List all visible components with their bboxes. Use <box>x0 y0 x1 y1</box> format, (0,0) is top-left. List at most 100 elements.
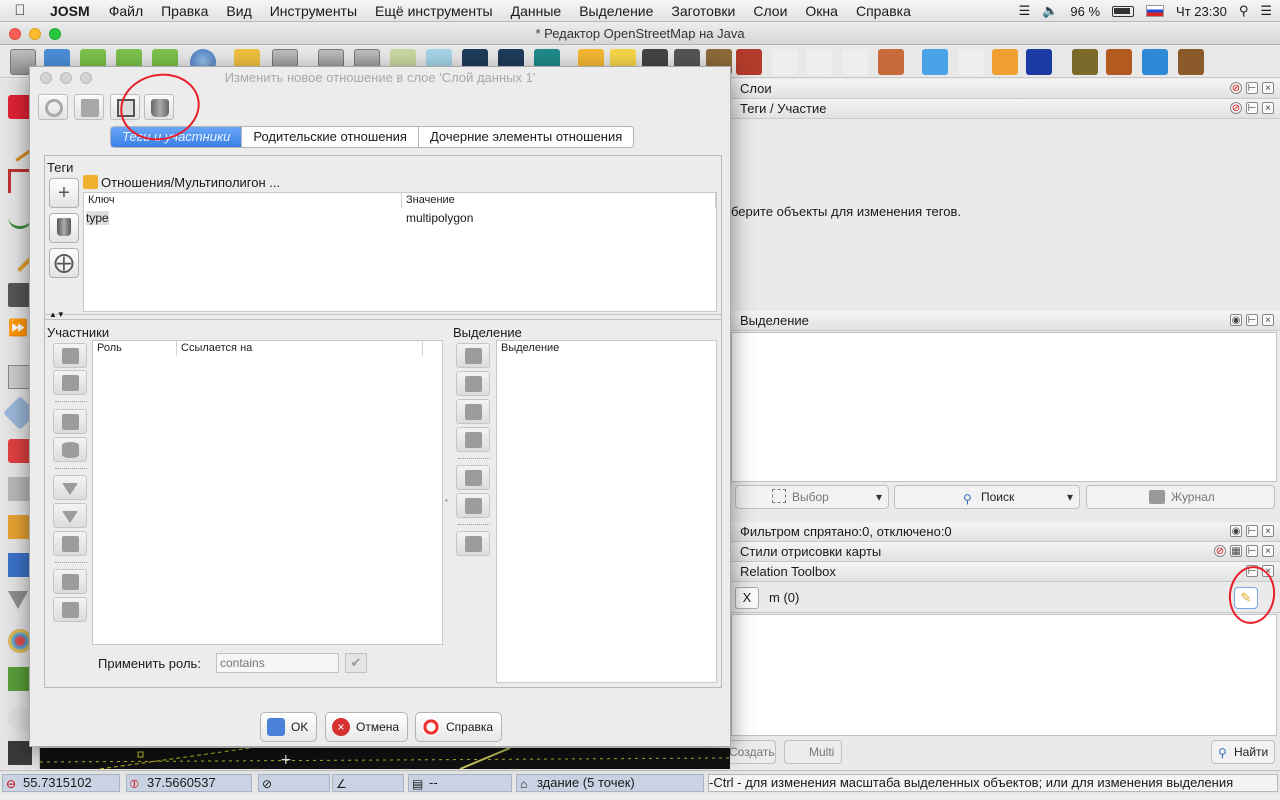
sort-below-button[interactable] <box>53 597 87 622</box>
panel-pin-icon[interactable]: ⊢ <box>1246 102 1258 114</box>
input-language-flag-icon[interactable] <box>1146 5 1165 17</box>
notification-center-icon[interactable]: ☰ <box>1260 3 1272 19</box>
cancel-button[interactable]: × Отмена <box>325 712 409 742</box>
paste-tags-button[interactable]: ⨁ <box>49 248 79 278</box>
multi-button[interactable]: Multi <box>784 740 842 764</box>
remove-member-button[interactable] <box>53 437 87 462</box>
add-tag-button[interactable]: + <box>49 178 79 208</box>
help-button[interactable]: Справка <box>415 712 503 742</box>
find-button[interactable]: ⚲ Найти <box>1211 740 1275 764</box>
relation-toolbox-header[interactable]: Relation Toolbox ⊢ × <box>731 562 1280 582</box>
refresh-button[interactable] <box>38 94 68 120</box>
preset-car-icon[interactable] <box>772 49 798 75</box>
panel-close-icon[interactable]: × <box>1262 525 1274 537</box>
panel-hide-icon[interactable]: ⊘ <box>1230 102 1242 114</box>
tag-value-cell[interactable]: multipolygon <box>406 211 473 225</box>
app-menu[interactable]: JOSM <box>40 3 100 19</box>
menu-tools[interactable]: Инструменты <box>261 3 366 19</box>
ok-button[interactable]: OK <box>260 712 318 742</box>
move-members-up-button[interactable] <box>53 343 87 368</box>
panel-pin-icon[interactable]: ⊢ <box>1246 82 1258 94</box>
preset-bus-icon[interactable] <box>806 49 832 75</box>
panel-eye-icon[interactable]: ◉ <box>1230 314 1242 326</box>
panel-hide-icon[interactable]: ⊘ <box>1214 545 1226 557</box>
menu-layers[interactable]: Слои <box>744 3 796 19</box>
panel-close-icon[interactable]: × <box>1262 545 1274 557</box>
panel-pin-icon[interactable]: ⊢ <box>1246 525 1258 537</box>
tab-child-relations[interactable]: Дочерние элементы отношения <box>419 127 633 147</box>
search-button[interactable]: ⚲ Поиск ▾ <box>894 485 1080 509</box>
preset-info-icon[interactable] <box>1026 49 1052 75</box>
panel-close-icon[interactable]: × <box>1262 314 1274 326</box>
filter-panel-icon[interactable] <box>8 591 28 609</box>
layers-panel-header[interactable]: Слои ⊘ ⊢ × <box>731 79 1280 99</box>
clock[interactable]: Чт 23:30 <box>1176 4 1227 19</box>
menu-edit[interactable]: Правка <box>152 3 217 19</box>
add-selected-after-button[interactable] <box>456 399 490 424</box>
members-col-role[interactable]: Роль <box>93 341 177 356</box>
preset-railway-icon[interactable] <box>878 49 904 75</box>
add-selected-before-button[interactable] <box>456 371 490 396</box>
history-button[interactable]: Журнал <box>1086 485 1275 509</box>
add-member-button[interactable] <box>53 370 87 395</box>
map-styles-panel-header[interactable]: Стили отрисовки карты ⊘ ▦ ⊢ × <box>731 542 1280 562</box>
preset-shop-icon[interactable] <box>992 49 1018 75</box>
vertical-split-handle[interactable]: • <box>445 496 451 505</box>
preset-peak-icon[interactable] <box>1106 49 1132 75</box>
preset-wall-icon[interactable] <box>736 49 762 75</box>
filter-panel-header[interactable]: Фильтром спрятано:0, отключено:0 ◉ ⊢ × <box>731 522 1280 542</box>
tags-panel-header[interactable]: Теги / Участие ⊘ ⊢ × <box>731 99 1280 119</box>
collapse-arrows-icon[interactable]: ▲▼ <box>49 310 65 319</box>
panel-hide-icon[interactable]: ⊘ <box>1230 82 1242 94</box>
panel-settings-icon[interactable]: ▦ <box>1230 545 1242 557</box>
preset-industrial-icon[interactable] <box>1072 49 1098 75</box>
preset-hotel-icon[interactable] <box>922 49 948 75</box>
apple-menu-icon[interactable]:  <box>0 2 40 19</box>
select-button[interactable]: Выбор ▾ <box>735 485 889 509</box>
wifi-icon[interactable]: ☰ <box>1019 3 1031 19</box>
sort-members-button[interactable] <box>53 569 87 594</box>
add-selected-first-button[interactable] <box>456 343 490 368</box>
panel-close-icon[interactable]: × <box>1262 102 1274 114</box>
menu-view[interactable]: Вид <box>217 3 260 19</box>
apply-role-input[interactable] <box>216 653 339 673</box>
spotlight-search-icon[interactable]: ⚲ <box>1239 3 1249 19</box>
move-down-button[interactable] <box>53 475 87 500</box>
menu-windows[interactable]: Окна <box>796 3 847 19</box>
panel-pin-icon[interactable]: ⊢ <box>1246 314 1258 326</box>
preset-castle-icon[interactable] <box>1178 49 1204 75</box>
selection-table[interactable]: Выделение <box>496 340 717 683</box>
apply-role-button[interactable]: ✔ <box>345 653 367 673</box>
panel-pin-icon[interactable]: ⊢ <box>1246 545 1258 557</box>
reverse-members-button[interactable] <box>53 531 87 556</box>
selection-list[interactable] <box>731 332 1277 482</box>
window-minimize-button[interactable] <box>29 28 41 40</box>
panel-close-icon[interactable]: × <box>1262 82 1274 94</box>
move-bottom-button[interactable] <box>53 503 87 528</box>
selection-panel-header[interactable]: Выделение ◉ ⊢ × <box>731 311 1280 331</box>
add-selected-last-button[interactable] <box>456 427 490 452</box>
sort-selected-button[interactable] <box>456 531 490 556</box>
tags-table[interactable]: Ключ Значение type multipolygon <box>83 192 717 312</box>
relation-toolbox-x-button[interactable]: X <box>735 587 759 609</box>
delete-tag-button[interactable] <box>49 213 79 243</box>
preset-football-icon[interactable] <box>958 49 984 75</box>
battery-icon[interactable] <box>1112 5 1135 17</box>
members-col-refers[interactable]: Ссылается на <box>177 341 423 356</box>
split-pane-divider[interactable]: ▲▼ <box>45 310 721 320</box>
edit-member-button[interactable] <box>53 409 87 434</box>
menu-help[interactable]: Справка <box>847 3 920 19</box>
menu-more-tools[interactable]: Ещё инструменты <box>366 3 502 19</box>
remove-selected-button[interactable] <box>456 493 490 518</box>
menu-file[interactable]: Файл <box>100 3 152 19</box>
window-close-button[interactable] <box>9 28 21 40</box>
preset-link[interactable]: Отношения/Мультиполигон ... <box>101 175 280 190</box>
tags-col-key[interactable]: Ключ <box>84 193 402 208</box>
preset-bicycle-icon[interactable] <box>842 49 868 75</box>
tab-parent-relations[interactable]: Родительские отношения <box>242 127 419 147</box>
panel-eye-icon[interactable]: ◉ <box>1230 525 1242 537</box>
select-members-button[interactable] <box>456 465 490 490</box>
menu-presets[interactable]: Заготовки <box>662 3 744 19</box>
volume-icon[interactable]: 🔈 <box>1042 3 1058 19</box>
map-view[interactable]: + <box>40 748 730 769</box>
